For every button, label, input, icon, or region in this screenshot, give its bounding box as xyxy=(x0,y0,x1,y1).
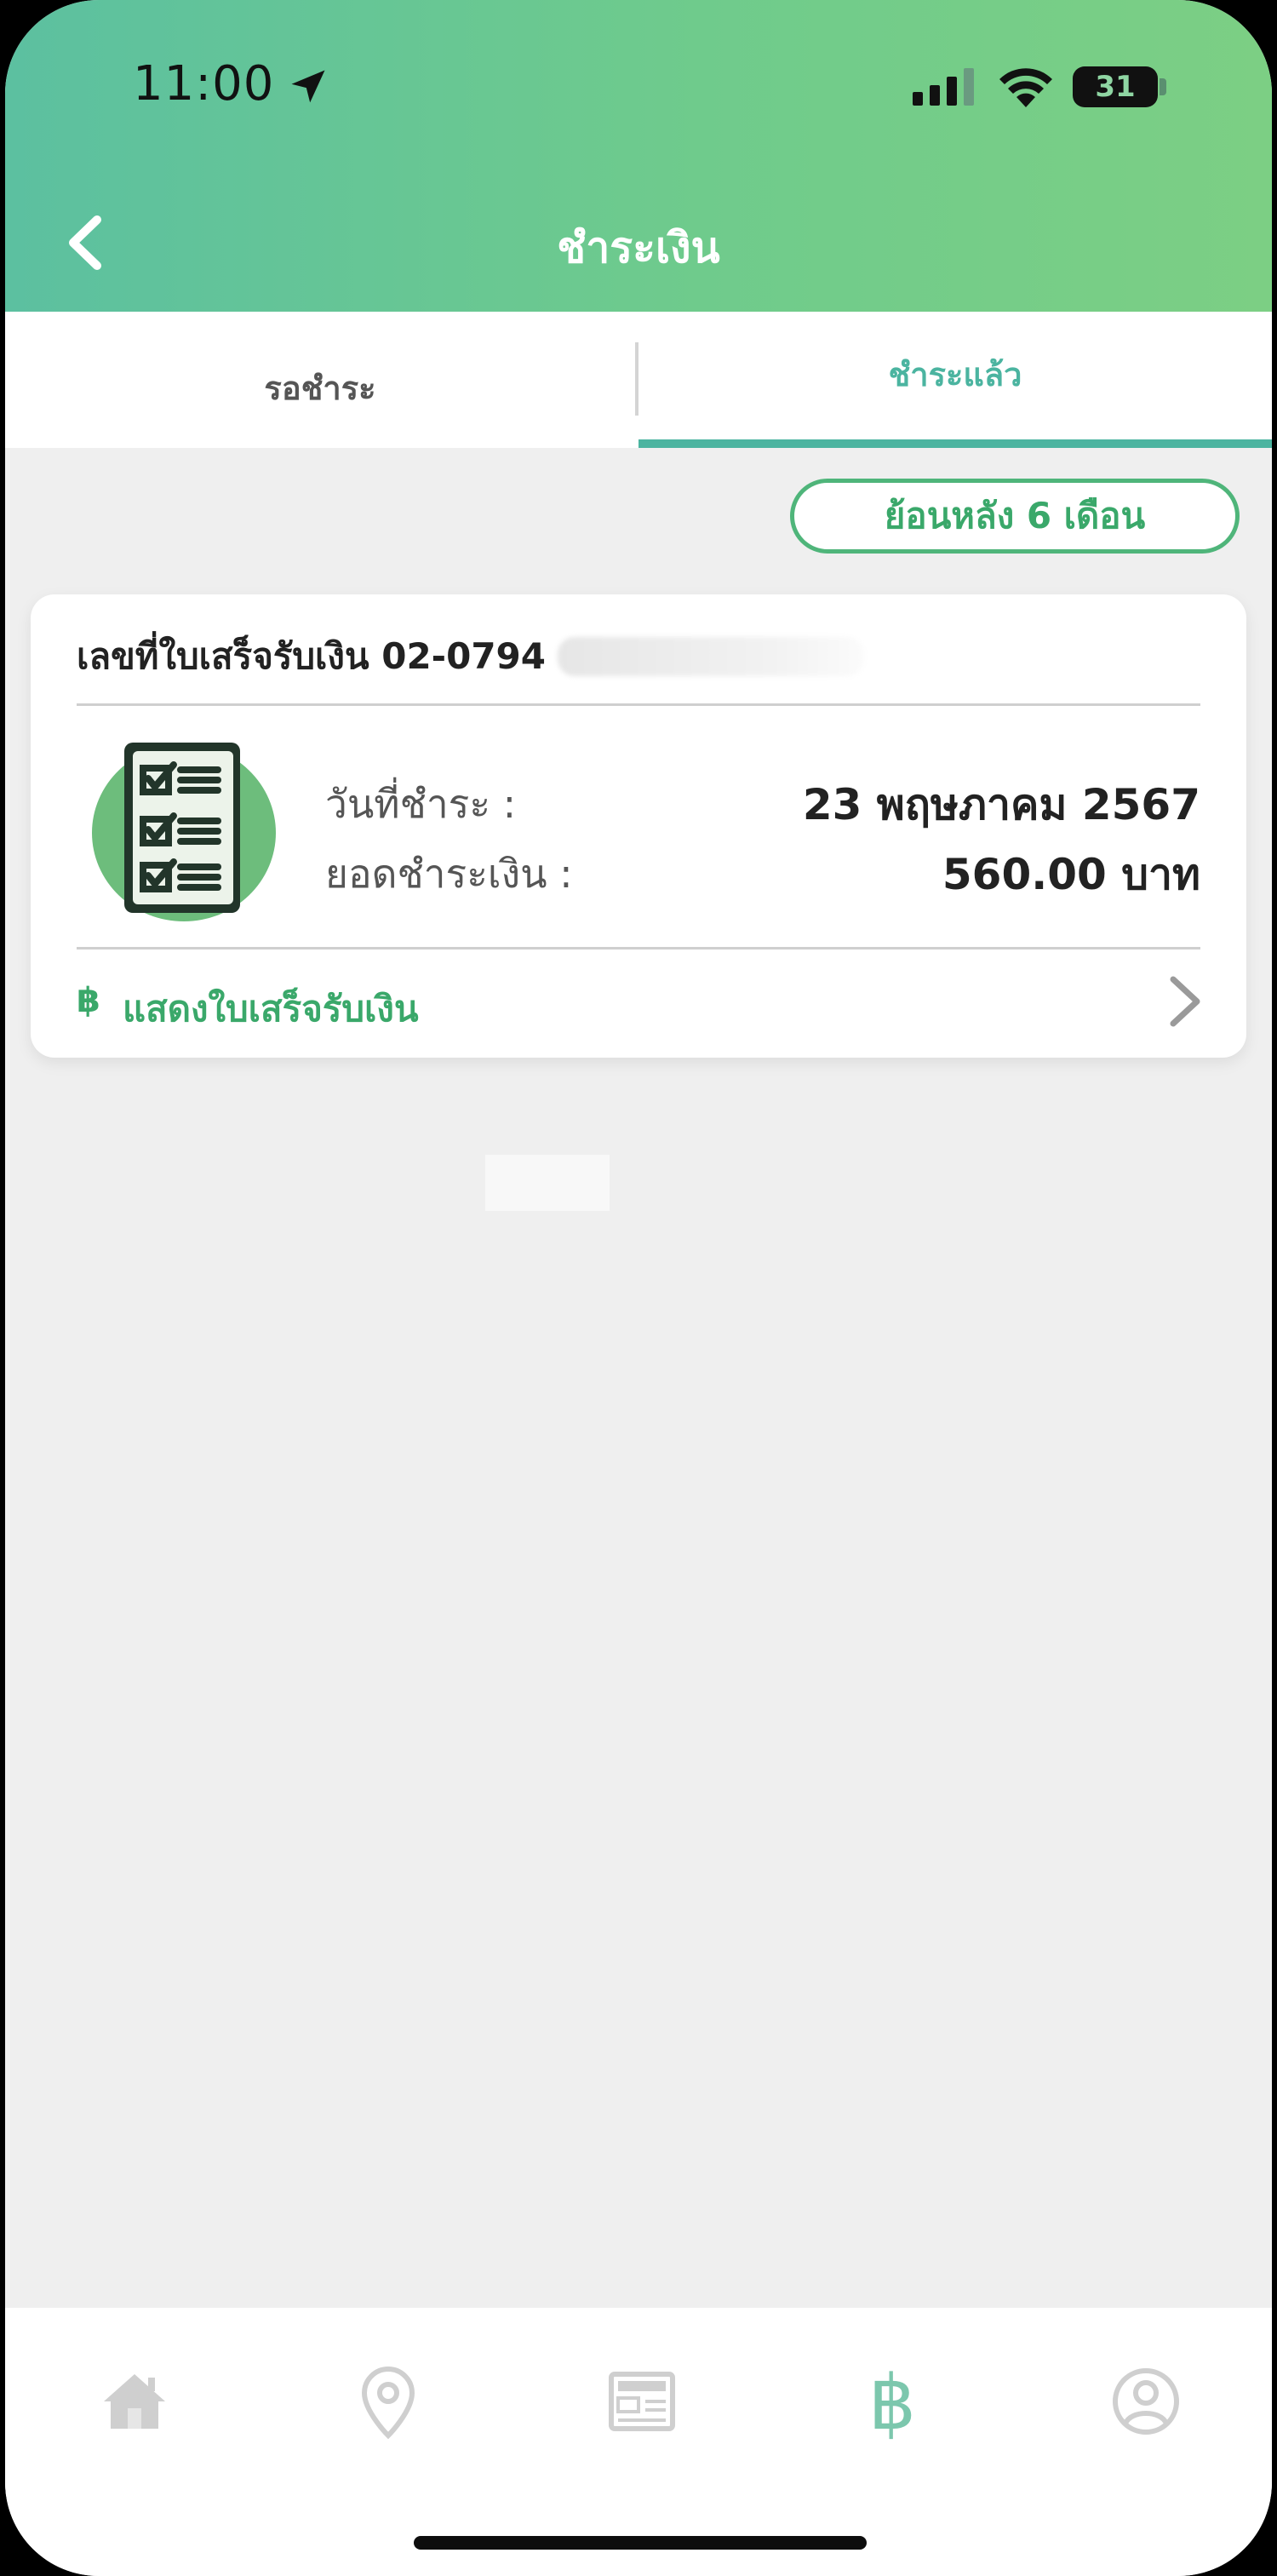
tab-pending[interactable]: รอชำระ xyxy=(5,312,635,448)
svg-text:฿: ฿ xyxy=(868,2361,916,2442)
page-title: ชำระเงิน xyxy=(557,223,720,273)
tab-paid-label: ชำระแล้ว xyxy=(888,355,1022,393)
home-icon[interactable] xyxy=(94,2361,175,2442)
phone-screen: 11:00 31 ชำระเงิน รอชำระ ชำระแล้ว ย้อนหล… xyxy=(5,0,1272,2576)
redacted-receipt-digits xyxy=(558,637,865,676)
period-filter-button[interactable]: ย้อนหลัง 6 เดือน xyxy=(790,479,1240,554)
status-time: 11:00 xyxy=(133,56,275,112)
active-tab-indicator xyxy=(638,439,1272,448)
baht-icon: ฿ xyxy=(77,981,100,1020)
receipt-number-label: เลขที่ใบเสร็จรับเงิน 02-0794 xyxy=(77,635,547,677)
tab-paid[interactable]: ชำระแล้ว xyxy=(638,312,1272,448)
divider xyxy=(77,947,1200,950)
news-icon[interactable] xyxy=(601,2361,683,2442)
profile-icon[interactable] xyxy=(1105,2361,1187,2442)
payment-amount-value: 560.00 บาท xyxy=(942,850,1200,899)
show-receipt-link[interactable]: ฿ แสดงใบเสร็จรับเงิน xyxy=(31,950,1246,1058)
chevron-right-icon xyxy=(1170,976,1200,1027)
receipt-card: เลขที่ใบเสร็จรับเงิน 02-0794 วันที่ชำระ … xyxy=(31,594,1246,1058)
home-indicator[interactable] xyxy=(414,2536,867,2550)
receipt-number: เลขที่ใบเสร็จรับเงิน 02-0794 xyxy=(77,628,865,685)
receipt-checklist-icon xyxy=(92,743,276,921)
tab-bar: รอชำระ ชำระแล้ว xyxy=(5,312,1272,448)
payment-date-value: 23 พฤษภาคม 2567 xyxy=(802,780,1200,829)
blank-placeholder xyxy=(485,1155,610,1211)
battery-indicator: 31 xyxy=(1073,66,1158,107)
wifi-icon xyxy=(999,68,1052,107)
baht-payment-icon[interactable]: ฿ xyxy=(851,2361,933,2442)
battery-cap xyxy=(1160,78,1166,95)
tab-pending-label: รอชำระ xyxy=(264,369,376,407)
cellular-signal-icon xyxy=(913,68,974,106)
payment-amount-label: ยอดชำระเงิน : xyxy=(325,851,573,897)
bottom-navigation: ฿ xyxy=(5,2308,1272,2576)
map-pin-icon[interactable] xyxy=(347,2361,429,2442)
location-arrow-icon xyxy=(291,70,325,103)
show-receipt-label: แสดงใบเสร็จรับเงิน xyxy=(123,988,419,1030)
payment-date-label: วันที่ชำระ : xyxy=(325,781,517,827)
divider xyxy=(77,703,1200,706)
header: 11:00 31 ชำระเงิน xyxy=(5,0,1272,312)
